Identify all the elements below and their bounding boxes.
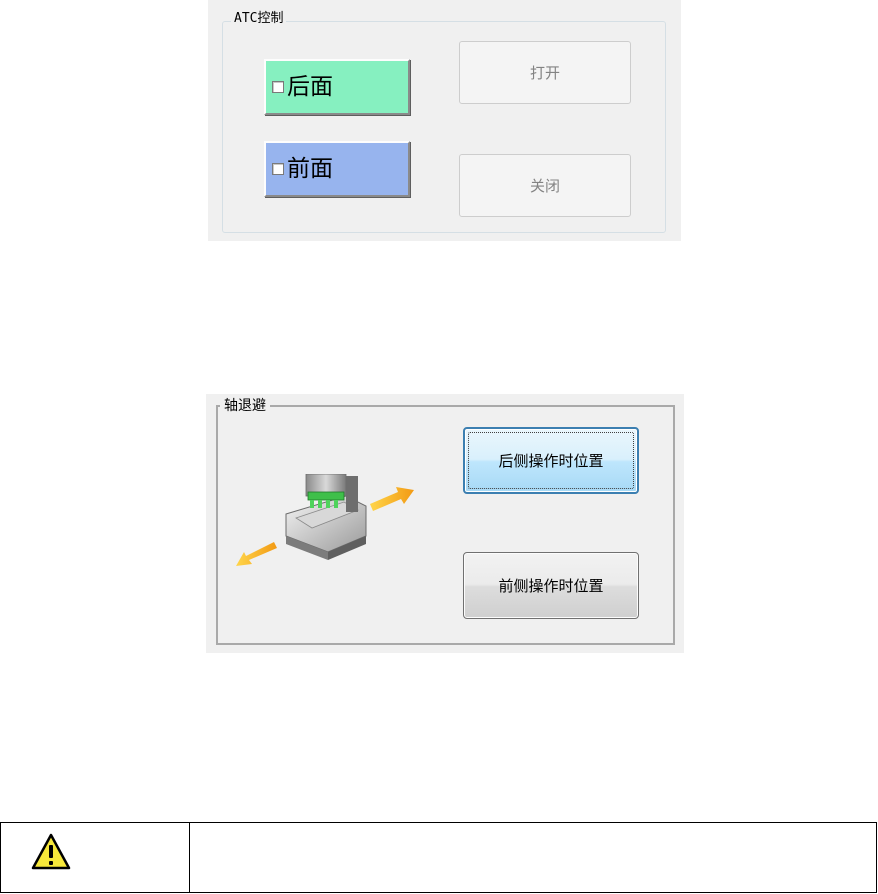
front-operation-position-button[interactable]: 前侧操作时位置 — [463, 552, 639, 619]
rear-checkbox[interactable] — [272, 81, 284, 93]
axis-retreat-panel: 轴退避 后侧操作时位置 前侧操作时位置 — [206, 394, 684, 653]
atc-control-panel: ATC控制 后面 前面 打开 关闭 — [208, 0, 681, 241]
front-checkbox[interactable] — [272, 163, 284, 175]
open-button[interactable]: 打开 — [459, 41, 631, 104]
close-button[interactable]: 关闭 — [459, 154, 631, 217]
rear-toggle-label: 后面 — [287, 74, 333, 100]
warning-triangle-icon — [31, 833, 71, 870]
rear-operation-position-label: 后侧操作时位置 — [498, 452, 604, 470]
warning-text-cell — [190, 823, 876, 892]
machine-axis-retreat-icon — [236, 474, 414, 566]
warning-table — [0, 822, 877, 893]
atc-group-caption: ATC控制 — [231, 11, 287, 27]
front-operation-position-label: 前侧操作时位置 — [498, 577, 604, 595]
warning-icon-cell — [1, 823, 190, 892]
front-toggle-button[interactable]: 前面 — [264, 141, 410, 197]
axis-retreat-group-caption: 轴退避 — [220, 398, 270, 414]
rear-toggle-button[interactable]: 后面 — [264, 59, 410, 115]
front-toggle-label: 前面 — [287, 156, 333, 182]
rear-operation-position-button[interactable]: 后侧操作时位置 — [463, 427, 639, 494]
